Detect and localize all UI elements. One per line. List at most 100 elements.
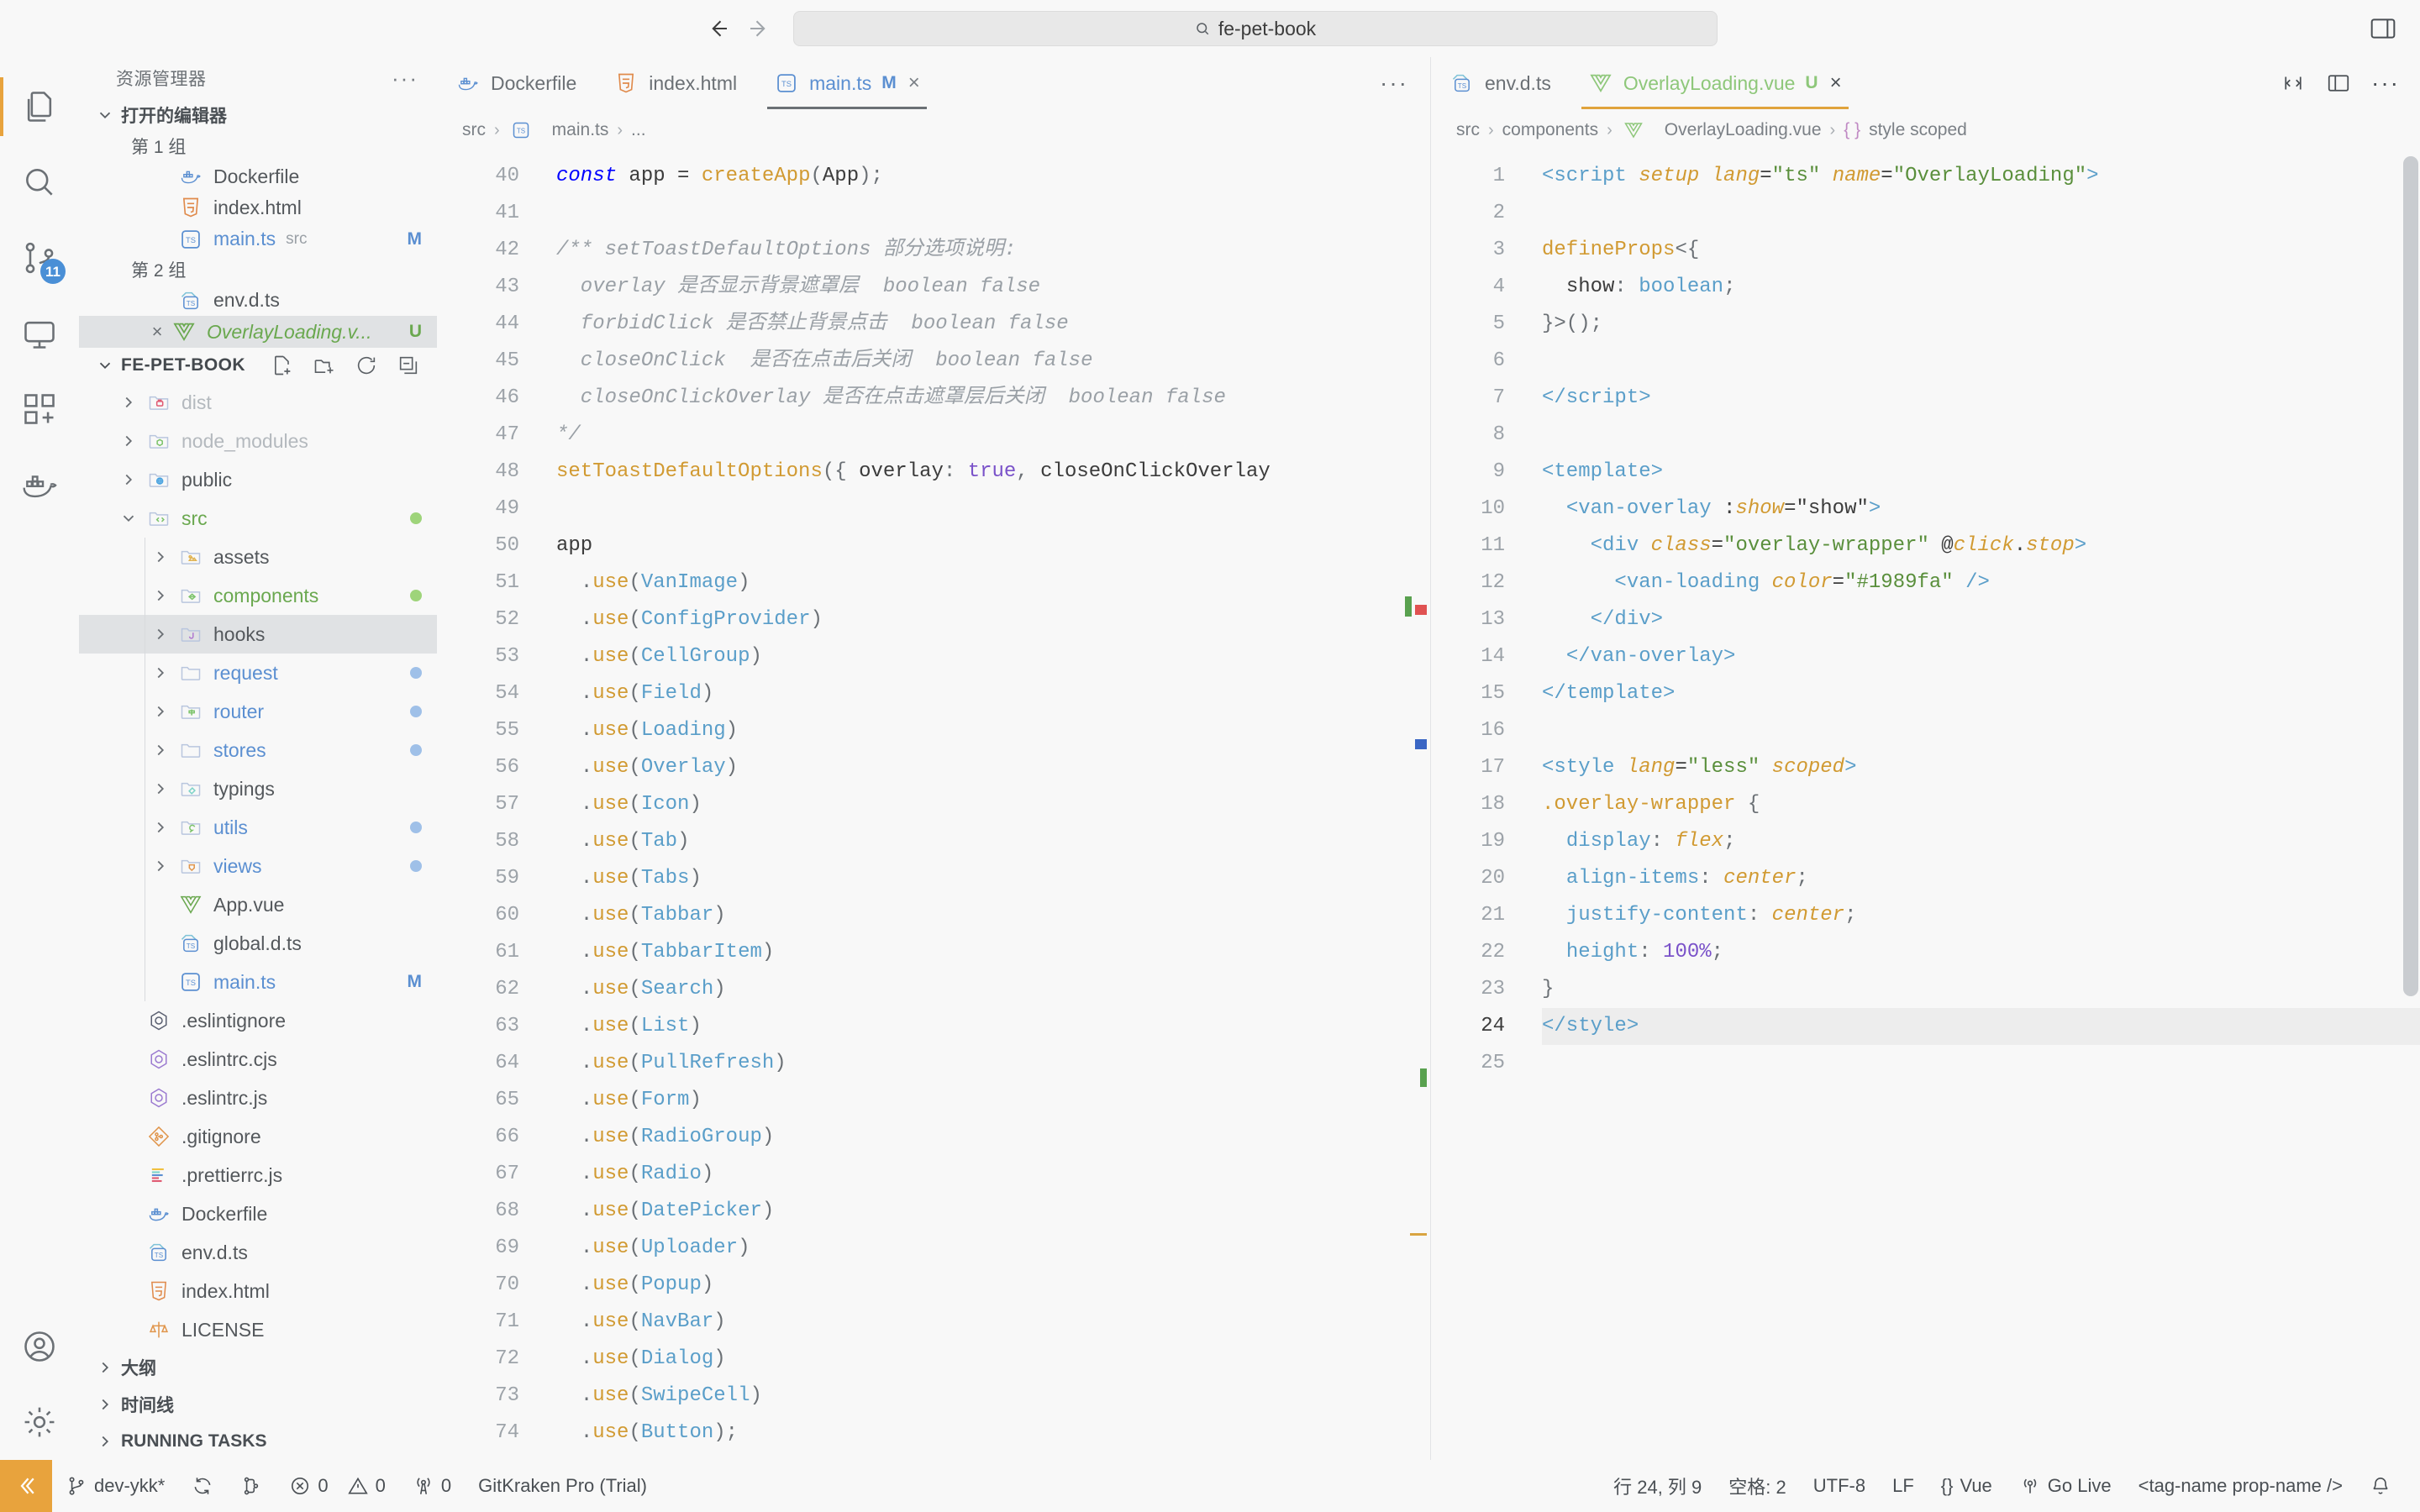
code-editor-overlayloading-vue[interactable]: 1 2 3 4 5 6 7 8 9 10 11 12 13 14 15 16 17 18 19 20 21 22 23 24 2…	[1431, 151, 2420, 1460]
code-line[interactable]: .use(Field)	[556, 675, 1430, 712]
breadcrumb-item[interactable]: style scoped	[1869, 120, 1967, 140]
code-line[interactable]: closeOnClickOverlay 是否在点击遮罩层后关闭 boolean …	[556, 380, 1430, 417]
tree-file-eslintrc-js[interactable]: .eslintrc.js	[79, 1079, 437, 1117]
vertical-scrollbar[interactable]	[2403, 156, 2418, 996]
tree-folder-assets[interactable]: assets	[79, 538, 437, 577]
code-line[interactable]: .use(SwipeCell)	[556, 1378, 1430, 1415]
code-line[interactable]: }>();	[1542, 306, 2420, 343]
status-encoding[interactable]: UTF-8	[1800, 1475, 1879, 1497]
code-line[interactable]: </template>	[1542, 675, 2420, 712]
status-problems[interactable]: 0 0	[276, 1460, 399, 1512]
code-line[interactable]: setToastDefaultOptions({ overlay: true, …	[556, 454, 1430, 491]
code-line[interactable]: */	[556, 417, 1430, 454]
code-line[interactable]: .use(Popup)	[556, 1267, 1430, 1304]
tab-env-d-ts[interactable]: TS env.d.ts	[1431, 57, 1570, 109]
code-line[interactable]: .use(RadioGroup)	[556, 1119, 1430, 1156]
code-line[interactable]: .use(List)	[556, 1008, 1430, 1045]
section-running-tasks[interactable]: RUNNING TASKS	[79, 1423, 437, 1460]
tree-file-eslintrc-cjs[interactable]: .eslintrc.cjs	[79, 1040, 437, 1079]
code-line[interactable]	[1542, 195, 2420, 232]
open-editor-index-html[interactable]: index.html	[79, 192, 437, 223]
code-line[interactable]	[556, 491, 1430, 528]
status-go-live[interactable]: Go Live	[2006, 1475, 2125, 1497]
remote-window-icon[interactable]	[0, 1460, 52, 1512]
new-file-icon[interactable]	[271, 354, 294, 377]
sidebar-item-source-control[interactable]: 11	[0, 220, 79, 296]
tree-file-main-ts[interactable]: TS main.ts M	[79, 963, 437, 1002]
code-content-1[interactable]: const app = createApp(App); /** setToast…	[538, 151, 1430, 1460]
account-icon[interactable]	[0, 1309, 79, 1384]
status-indentation[interactable]: 空格: 2	[1715, 1473, 1799, 1499]
code-line[interactable]: .use(VanImage)	[556, 564, 1430, 601]
code-line[interactable]: <template>	[1542, 454, 2420, 491]
tree-folder-components[interactable]: components	[79, 576, 437, 616]
project-root-header[interactable]: FE-PET-BOOK	[79, 348, 437, 383]
code-line[interactable]: .use(CellGroup)	[556, 638, 1430, 675]
tree-folder-stores[interactable]: stores	[79, 731, 437, 770]
status-git-branch[interactable]: dev-ykk*	[52, 1460, 178, 1512]
tree-folder-src[interactable]: src	[79, 499, 437, 538]
code-line[interactable]: .use(Tabs)	[556, 860, 1430, 897]
tree-folder-public[interactable]: public	[79, 460, 437, 499]
gear-icon[interactable]	[0, 1384, 79, 1460]
section-timeline[interactable]: 时间线	[79, 1386, 437, 1423]
code-line[interactable]: height: 100%;	[1542, 934, 2420, 971]
code-line[interactable]: .overlay-wrapper {	[1542, 786, 2420, 823]
breadcrumb-item[interactable]: components	[1502, 120, 1598, 140]
status-language-mode[interactable]: {} Vue	[1928, 1475, 2006, 1497]
tree-file-global-d-ts[interactable]: TS global.d.ts	[79, 924, 437, 963]
status-git-pr[interactable]	[227, 1460, 276, 1512]
new-folder-icon[interactable]	[313, 354, 336, 377]
status-sync[interactable]	[178, 1460, 227, 1512]
code-line[interactable]: .use(Icon)	[556, 786, 1430, 823]
code-line[interactable]: forbidClick 是否禁止背景点击 boolean false	[556, 306, 1430, 343]
code-line[interactable]	[1542, 1045, 2420, 1082]
tree-file-app-vue[interactable]: App.vue	[79, 885, 437, 925]
section-open-editors[interactable]: 打开的编辑器	[79, 99, 437, 130]
code-line[interactable]: .use(ConfigProvider)	[556, 601, 1430, 638]
code-line[interactable]	[1542, 417, 2420, 454]
status-auto-rename-tag[interactable]: <tag-name prop-name />	[2125, 1475, 2356, 1497]
sidebar-item-run-debug[interactable]	[0, 296, 79, 371]
code-line[interactable]: </style>	[1542, 1008, 2420, 1045]
status-ports[interactable]: 0	[399, 1460, 465, 1512]
ellipsis-icon[interactable]: ···	[1380, 57, 1430, 109]
code-line[interactable]: .use(TabbarItem)	[556, 934, 1430, 971]
collapse-all-icon[interactable]	[397, 354, 420, 377]
tree-folder-hooks[interactable]: hooks	[79, 615, 437, 654]
status-eol[interactable]: LF	[1879, 1475, 1928, 1497]
breadcrumb-item[interactable]: src	[1456, 120, 1480, 140]
command-center-search[interactable]: fe-pet-book	[793, 11, 1718, 46]
tree-file-license[interactable]: LICENSE	[79, 1310, 437, 1349]
overview-ruler-1[interactable]	[1405, 151, 1430, 1460]
code-content-2[interactable]: <script setup lang="ts" name="OverlayLoa…	[1523, 151, 2420, 1460]
tree-file-dockerfile[interactable]: Dockerfile	[79, 1194, 437, 1233]
code-line[interactable]: /** setToastDefaultOptions 部分选项说明:	[556, 232, 1430, 269]
code-line[interactable]: const app = createApp(App);	[556, 158, 1430, 195]
tree-folder-typings[interactable]: typings	[79, 769, 437, 809]
tab-main-ts[interactable]: TS main.ts M ×	[755, 57, 939, 109]
code-line[interactable]	[1542, 712, 2420, 749]
sidebar-item-extensions[interactable]	[0, 371, 79, 447]
open-editor-env-d-ts[interactable]: TS env.d.ts	[79, 285, 437, 316]
code-line[interactable]: .use(Tabbar)	[556, 897, 1430, 934]
toggle-panel-icon[interactable]	[2370, 15, 2396, 42]
breadcrumb-item[interactable]: src	[462, 120, 486, 140]
code-line[interactable]: <van-loading color="#1989fa" />	[1542, 564, 2420, 601]
code-line[interactable]: .use(Dialog)	[556, 1341, 1430, 1378]
code-line[interactable]: overlay 是否显示背景遮罩层 boolean false	[556, 269, 1430, 306]
code-line[interactable]: .use(Loading)	[556, 712, 1430, 749]
tree-folder-node-modules[interactable]: node_modules	[79, 422, 437, 460]
breadcrumb-item[interactable]: main.ts	[552, 120, 609, 140]
code-line[interactable]: </div>	[1542, 601, 2420, 638]
tab-dockerfile[interactable]: Dockerfile	[437, 57, 595, 109]
status-notifications[interactable]	[2356, 1475, 2405, 1497]
code-line[interactable]: .use(Uploader)	[556, 1230, 1430, 1267]
sidebar-item-docker[interactable]	[0, 447, 79, 522]
arrow-right-icon[interactable]	[744, 14, 773, 43]
code-line[interactable]: align-items: center;	[1542, 860, 2420, 897]
open-editor-main-ts[interactable]: TS main.ts src M	[79, 223, 437, 255]
ellipsis-icon[interactable]: ···	[2371, 70, 2400, 97]
refresh-icon[interactable]	[355, 354, 378, 377]
tree-folder-router[interactable]: router	[79, 692, 437, 732]
